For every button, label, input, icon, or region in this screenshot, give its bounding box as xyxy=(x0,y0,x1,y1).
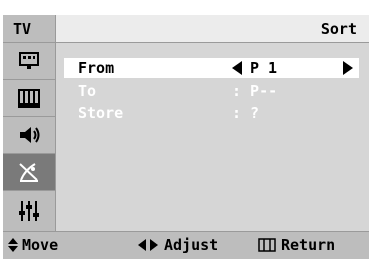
return-label: Return xyxy=(281,236,336,254)
sort-menu: From P 1 To : P-- Store : ? xyxy=(56,43,369,231)
mode-label: TV xyxy=(3,15,56,43)
arrow-right-icon[interactable] xyxy=(343,61,353,75)
adjust-hint: Adjust xyxy=(137,232,218,258)
sidebar-item-picture[interactable] xyxy=(3,43,55,80)
sidebar-item-antenna[interactable] xyxy=(3,154,55,191)
adjust-label: Adjust xyxy=(164,236,219,254)
store-value: : ? xyxy=(232,104,260,122)
left-right-arrow-icon xyxy=(138,239,158,251)
sidebar xyxy=(3,43,56,231)
footer-help-bar: Move Adjust Return xyxy=(3,231,369,259)
up-down-arrow-icon xyxy=(8,238,18,252)
antenna-icon xyxy=(19,163,38,182)
sound-icon xyxy=(20,127,40,143)
page-title: Sort xyxy=(56,15,369,43)
sidebar-item-channel[interactable] xyxy=(3,80,55,117)
menu-row-store[interactable]: Store : ? xyxy=(64,103,359,123)
from-value: P 1 xyxy=(250,59,278,77)
move-label: Move xyxy=(22,236,59,254)
setup-icon xyxy=(19,201,39,221)
title-bar: TV Sort xyxy=(3,15,369,43)
menu-row-to[interactable]: To : P-- xyxy=(64,81,359,101)
menu-row-from[interactable]: From P 1 xyxy=(64,58,359,78)
move-hint: Move xyxy=(7,232,58,258)
to-label: To xyxy=(78,82,97,100)
sidebar-item-sound[interactable] xyxy=(3,117,55,154)
store-label: Store xyxy=(78,104,124,122)
to-value: : P-- xyxy=(232,82,278,100)
return-hint: Return xyxy=(258,232,335,258)
channel-icon xyxy=(18,89,40,108)
picture-icon xyxy=(19,52,39,69)
sidebar-item-setup[interactable] xyxy=(3,191,55,231)
arrow-left-icon[interactable] xyxy=(232,61,242,75)
menu-icon xyxy=(258,238,276,252)
from-label: From xyxy=(78,59,115,77)
